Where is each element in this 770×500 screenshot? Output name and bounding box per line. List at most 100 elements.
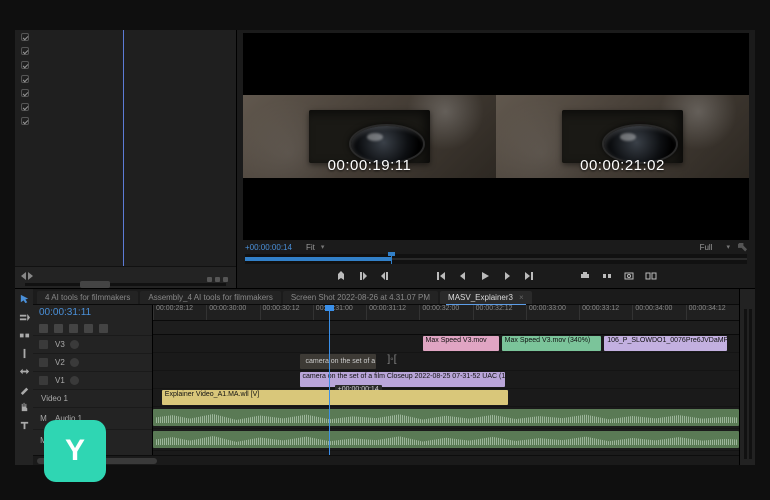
track-select-tool[interactable] bbox=[18, 311, 30, 323]
clip[interactable]: camera on the set of a film Closeup 2022… bbox=[300, 372, 505, 387]
eye-icon[interactable] bbox=[70, 358, 79, 367]
ruler-tick: 00:00:34:00 bbox=[632, 305, 685, 320]
ruler-tick: 00:00:33:00 bbox=[526, 305, 579, 320]
extract-button[interactable] bbox=[600, 269, 614, 283]
export-frame-button[interactable] bbox=[622, 269, 636, 283]
go-to-in-button[interactable] bbox=[434, 269, 448, 283]
time-ruler[interactable]: 00:00:28:12 00:00:30:00 00:00:30:12 00:0… bbox=[153, 305, 739, 321]
zoom-fit-dropdown[interactable]: Fit bbox=[306, 243, 315, 252]
audio-meters bbox=[739, 289, 755, 465]
track-header-v1[interactable]: V1 bbox=[33, 371, 152, 389]
audio-meter-right bbox=[749, 309, 752, 459]
lower-panels: 4 AI tools for filmmakers Assembly_4 AI … bbox=[15, 288, 755, 465]
timeline-header-tools[interactable] bbox=[33, 321, 152, 335]
ruler-tick: 00:00:34:12 bbox=[686, 305, 739, 320]
audio-clip[interactable] bbox=[153, 409, 739, 426]
fx-toggle-icon[interactable] bbox=[21, 117, 29, 125]
razor-tool[interactable] bbox=[18, 347, 30, 359]
sequence-tabs: 4 AI tools for filmmakers Assembly_4 AI … bbox=[33, 289, 739, 305]
lift-button[interactable] bbox=[578, 269, 592, 283]
lock-icon[interactable] bbox=[39, 340, 48, 349]
play-button[interactable] bbox=[478, 269, 492, 283]
video-track-v3[interactable]: Max Speed V3.mov Max Speed V3.mov (340%)… bbox=[153, 335, 739, 353]
clip[interactable]: camera on the set of a film bbox=[300, 354, 376, 369]
clip[interactable]: Max Speed V3.mov (340%) bbox=[502, 336, 602, 351]
timeline-playhead[interactable] bbox=[329, 305, 330, 455]
sequence-tab[interactable]: MASV_Explainer3× bbox=[440, 291, 532, 304]
hand-tool[interactable] bbox=[18, 401, 30, 413]
program-scrubber[interactable] bbox=[245, 254, 747, 264]
ruler-tick: 00:00:32:12 bbox=[473, 305, 526, 320]
sequence-tab-label: 4 AI tools for filmmakers bbox=[45, 293, 130, 302]
step-forward-button[interactable] bbox=[500, 269, 514, 283]
mark-out-button[interactable] bbox=[378, 269, 392, 283]
ripple-edit-tool[interactable] bbox=[18, 329, 30, 341]
eye-icon[interactable] bbox=[70, 340, 79, 349]
app-logo-overlay: Y bbox=[44, 420, 106, 482]
clip[interactable]: 106_P_SLOWDO1_0076Pre6JVDaMP2FaByL94jNjs… bbox=[604, 336, 727, 351]
slip-tool[interactable] bbox=[18, 365, 30, 377]
program-monitor-panel: 00:00:19:11 00:00:21:02 +00:00:00:14 Fit… bbox=[237, 30, 755, 288]
audio-track-a2[interactable] bbox=[153, 429, 739, 451]
source-scrubber[interactable] bbox=[25, 283, 226, 286]
lock-icon[interactable] bbox=[39, 376, 48, 385]
sequence-tab[interactable]: 4 AI tools for filmmakers bbox=[37, 291, 138, 304]
track-header-v2[interactable]: V2 bbox=[33, 353, 152, 371]
lock-icon[interactable] bbox=[39, 358, 48, 367]
clip[interactable]: Max Speed V3.mov bbox=[423, 336, 499, 351]
ruler-tick: 00:00:33:12 bbox=[579, 305, 632, 320]
pen-tool[interactable] bbox=[18, 383, 30, 395]
video-left-half: 00:00:19:11 bbox=[243, 95, 496, 178]
burned-timecode-left: 00:00:19:11 bbox=[328, 157, 412, 174]
video-track-v1[interactable]: camera on the set of a film Closeup 2022… bbox=[153, 371, 739, 389]
ruler-tick: 00:00:28:12 bbox=[153, 305, 206, 320]
program-monitor[interactable]: 00:00:19:11 00:00:21:02 bbox=[243, 33, 749, 240]
close-icon[interactable]: × bbox=[519, 293, 524, 302]
fx-toggle-icon[interactable] bbox=[21, 61, 29, 69]
playback-quality-dropdown[interactable]: Full bbox=[700, 243, 713, 252]
track-area[interactable]: 00:00:28:12 00:00:30:00 00:00:30:12 00:0… bbox=[153, 305, 739, 455]
transport-controls bbox=[237, 264, 755, 288]
fx-toggle-icon[interactable] bbox=[21, 33, 29, 41]
step-back-button[interactable] bbox=[456, 269, 470, 283]
mark-in-button[interactable] bbox=[356, 269, 370, 283]
type-tool[interactable] bbox=[18, 419, 30, 431]
track-header-video1[interactable]: Video 1 bbox=[33, 389, 152, 407]
video-track-v2[interactable]: camera on the set of a film ]◦[ bbox=[153, 353, 739, 371]
pan-arrows[interactable] bbox=[21, 272, 33, 280]
eye-icon[interactable] bbox=[70, 376, 79, 385]
mute-icon[interactable]: M bbox=[39, 414, 48, 423]
fx-toggle-icon[interactable] bbox=[21, 89, 29, 97]
clip[interactable]: Explainer Video_A1.MA.wll [V] bbox=[162, 390, 508, 405]
settings-icon[interactable] bbox=[738, 243, 747, 252]
audio-track-a1[interactable] bbox=[153, 407, 739, 429]
effect-list[interactable] bbox=[15, 30, 236, 266]
video-track-video1[interactable]: Explainer Video_A1.MA.wll [V] bbox=[153, 389, 739, 407]
ruler-tick: 00:00:30:00 bbox=[206, 305, 259, 320]
track-header-v3[interactable]: V3 bbox=[33, 335, 152, 353]
sequence-tab-label: Assembly_4 AI tools for filmmakers bbox=[148, 293, 272, 302]
fx-toggle-icon[interactable] bbox=[21, 47, 29, 55]
video-right-half: 00:00:21:02 bbox=[496, 95, 749, 178]
timeline-zoom-bar[interactable] bbox=[33, 455, 739, 465]
selection-tool[interactable] bbox=[18, 293, 30, 305]
sequence-tab[interactable]: Screen Shot 2022-08-26 at 4.31.07 PM bbox=[283, 291, 438, 304]
add-marker-button[interactable] bbox=[334, 269, 348, 283]
program-offset-timecode[interactable]: +00:00:00:14 bbox=[245, 243, 292, 252]
audio-clip[interactable] bbox=[153, 431, 739, 448]
source-mode-icons[interactable] bbox=[207, 277, 228, 282]
timeline-playhead-timecode[interactable]: 00:00:31:11 bbox=[33, 305, 152, 321]
program-playhead[interactable] bbox=[391, 254, 392, 264]
fx-toggle-icon[interactable] bbox=[21, 103, 29, 111]
comparison-view-button[interactable] bbox=[644, 269, 658, 283]
effect-controls-panel bbox=[15, 30, 237, 288]
ruler-tick: 00:00:31:12 bbox=[366, 305, 419, 320]
sequence-tab[interactable]: Assembly_4 AI tools for filmmakers bbox=[140, 291, 280, 304]
fx-toggle-icon[interactable] bbox=[21, 75, 29, 83]
source-controls bbox=[15, 266, 236, 288]
chevron-down-icon: ▾ bbox=[321, 243, 325, 251]
go-to-out-button[interactable] bbox=[522, 269, 536, 283]
logo-letter: Y bbox=[65, 434, 85, 468]
keyframe-playhead[interactable] bbox=[123, 30, 124, 266]
out-bracket-icon: ]◦[ bbox=[387, 354, 396, 365]
